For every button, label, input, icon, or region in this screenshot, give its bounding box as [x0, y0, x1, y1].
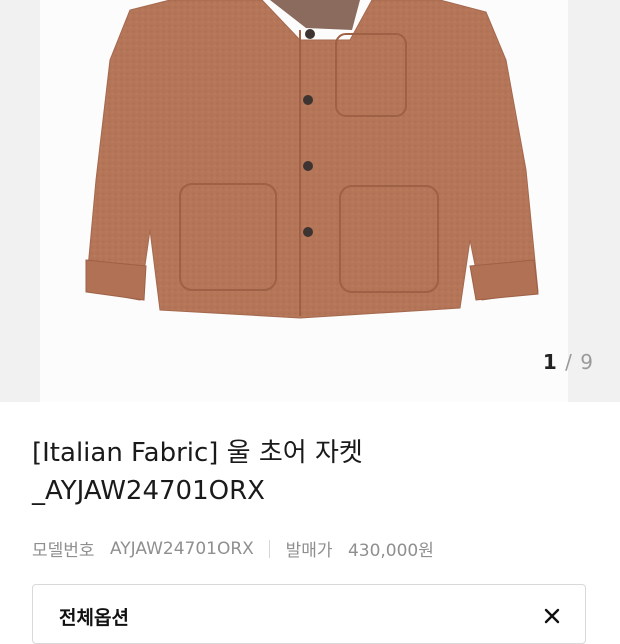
- meta-divider: [269, 539, 271, 558]
- options-dropdown[interactable]: 전체옵션: [32, 584, 586, 644]
- release-price-label: 발매가: [285, 541, 333, 561]
- image-counter-separator: /: [565, 350, 573, 374]
- product-image: [85, 0, 539, 319]
- release-price-value: 430,000원: [347, 541, 434, 561]
- image-counter-current: 1: [542, 350, 558, 374]
- product-meta: 모델번호 AYJAW24701ORX 발매가 430,000원: [32, 536, 434, 562]
- model-number-value: AYJAW24701ORX: [109, 538, 254, 559]
- image-counter: 1 / 9: [543, 350, 594, 374]
- close-icon[interactable]: [543, 607, 561, 625]
- product-image-gallery[interactable]: 1 / 9: [0, 0, 620, 402]
- model-number-label: 모델번호: [32, 541, 95, 561]
- product-title: [Italian Fabric] 울 초어 자켓 _AYJAW24701ORX: [32, 438, 363, 506]
- image-counter-total: 9: [580, 350, 594, 374]
- options-label: 전체옵션: [59, 607, 129, 629]
